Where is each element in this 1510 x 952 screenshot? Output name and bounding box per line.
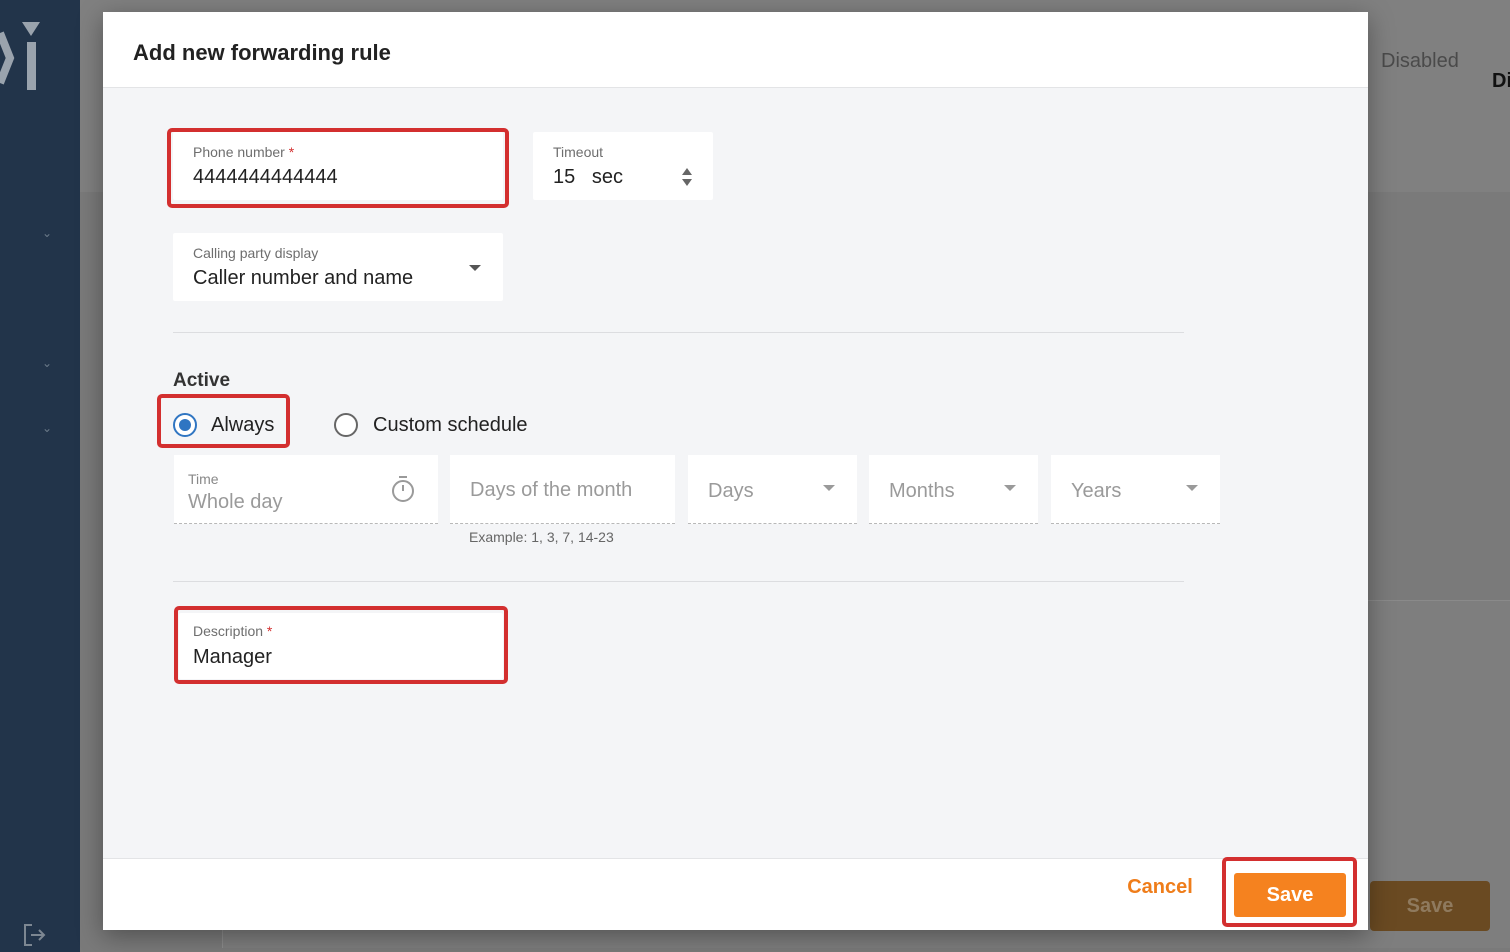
timeout-label: Timeout [553,144,604,160]
chevron-down-icon[interactable]: ⌄ [42,356,56,370]
background-column-header: Di [1492,70,1510,92]
forwarding-rule-dialog: Add new forwarding rule Phone number * 4… [103,12,1368,930]
radio-custom-schedule[interactable] [334,413,358,437]
dropdown-caret-icon [469,265,481,271]
stepper-icon[interactable] [681,166,693,188]
calling-party-display-value: Caller number and name [193,267,414,289]
dialog-header: Add new forwarding rule [103,12,1368,88]
calling-party-display-select[interactable]: Calling party display Caller number and … [173,233,503,301]
calling-party-display-label: Calling party display [193,245,319,261]
highlight-save [1222,857,1357,927]
years-placeholder: Years [1071,480,1122,502]
active-section-title: Active [173,370,231,391]
days-placeholder: Days [708,480,754,502]
days-select[interactable]: Days [688,455,857,524]
dropdown-caret-icon [1186,485,1198,491]
days-of-month-placeholder: Days of the month [470,479,633,501]
app-logo [0,22,40,90]
chevron-down-icon[interactable]: ⌄ [42,421,56,435]
background-status-text: Disabled [1381,50,1459,72]
divider [173,581,1184,582]
divider [173,332,1184,333]
sidebar: ⌄ ⌄ ⌄ [0,0,80,952]
highlight-phone-number [167,128,509,208]
highlight-always [157,394,290,448]
cancel-button[interactable]: Cancel [1118,870,1202,904]
months-placeholder: Months [889,480,955,502]
highlight-description [174,606,508,684]
months-select[interactable]: Months [869,455,1038,524]
time-value: Whole day [188,491,283,513]
timeout-value[interactable]: 15 sec [553,166,623,189]
time-field[interactable]: Time Whole day [174,455,438,524]
timeout-field[interactable]: Timeout 15 sec [533,132,713,200]
radio-custom-schedule-label[interactable]: Custom schedule [373,414,528,437]
logout-icon[interactable] [22,922,48,948]
dropdown-caret-icon [1004,485,1016,491]
dialog-title: Add new forwarding rule [133,40,391,65]
chevron-down-icon[interactable]: ⌄ [42,226,56,240]
years-select[interactable]: Years [1051,455,1220,524]
dropdown-caret-icon [823,485,835,491]
time-label: Time [188,471,219,487]
background-save-button: Save [1370,881,1490,931]
stopwatch-icon[interactable] [390,475,416,503]
days-of-month-hint: Example: 1, 3, 7, 14-23 [469,529,614,545]
days-of-month-field[interactable]: Days of the month [450,455,675,524]
